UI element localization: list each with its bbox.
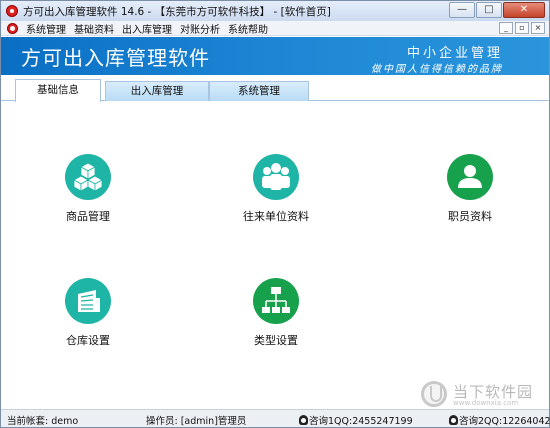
qq-icon [299,415,308,425]
title-bar[interactable]: 方可出入库管理软件 14.6 - 【东莞市方可软件科技】 - [软件首页] — … [1,1,549,21]
menu-item-reconciliation[interactable]: 对账分析 [180,21,220,36]
tile-staff-info[interactable]: 职员资料 [420,154,520,224]
watermark-url: www.downxia.com [453,399,519,407]
banner-slogan: 中小企业管理 [406,46,503,61]
qq-icon [449,415,458,425]
cubes-icon[interactable] [65,154,111,200]
minimize-button[interactable]: — [449,2,475,18]
tab-system-management[interactable]: 系统管理 [209,81,309,101]
home-panel: 商品管理 往来单位资料 职员资料 仓库设置 类型设置 [1,102,549,409]
mdi-close-button[interactable]: × [531,22,545,34]
person-icon[interactable] [447,154,493,200]
banner-title: 方可出入库管理软件 [21,46,210,70]
tab-basic-info[interactable]: 基础信息 [15,79,101,102]
tile-goods-management[interactable]: 商品管理 [38,154,138,224]
status-qq1[interactable]: 咨询1QQ:2455247199 [299,413,413,427]
header-banner: 方可出入库管理软件 中小企业管理 做中国人信得信赖的品牌 [1,37,549,75]
hierarchy-icon[interactable] [253,278,299,324]
app-logo-icon[interactable] [6,5,18,17]
qq2-text: 咨询2QQ:12264042 [459,416,550,427]
tile-label: 仓库设置 [66,334,110,347]
menu-item-basic-data[interactable]: 基础资料 [74,21,114,36]
warehouse-icon[interactable] [65,278,111,324]
status-operator: 操作员: [admin]管理员 [146,416,247,427]
menu-item-help[interactable]: 系统帮助 [228,21,268,36]
status-account: 当前帐套: demo [7,416,79,427]
tile-type-settings[interactable]: 类型设置 [226,278,326,348]
banner-subslogan: 做中国人信得信赖的品牌 [371,64,503,75]
status-qq2[interactable]: 咨询2QQ:12264042 [449,413,550,427]
qq1-text: 咨询1QQ:2455247199 [309,416,413,427]
close-button[interactable]: ✕ [503,2,545,18]
mdi-controls: _ ▫ × [497,22,545,34]
tile-label: 类型设置 [254,334,298,347]
tile-label: 职员资料 [448,210,492,223]
maximize-button[interactable]: □ [476,2,502,18]
menu-item-stock-management[interactable]: 出入库管理 [122,21,172,36]
app-menu-icon[interactable] [7,22,18,34]
mdi-restore-button[interactable]: ▫ [515,22,529,34]
mdi-minimize-button[interactable]: _ [499,22,513,34]
window-title: 方可出入库管理软件 14.6 - 【东莞市方可软件科技】 - [软件首页] [23,5,331,18]
watermark-logo-icon [421,381,447,407]
tile-label: 商品管理 [66,210,110,223]
window-controls: — □ ✕ [448,2,545,18]
people-group-icon[interactable] [253,154,299,200]
tab-stock-management[interactable]: 出入库管理 [105,81,209,101]
app-window: 方可出入库管理软件 14.6 - 【东莞市方可软件科技】 - [软件首页] — … [0,0,550,428]
tile-label: 往来单位资料 [243,210,309,223]
tab-strip: 基础信息 出入库管理 系统管理 [1,75,549,102]
tile-partner-info[interactable]: 往来单位资料 [226,154,326,224]
menu-item-system-management[interactable]: 系统管理 [26,21,66,36]
watermark: 当下软件园 www.downxia.com [421,381,541,409]
menu-bar: 系统管理 基础资料 出入库管理 对账分析 系统帮助 _ ▫ × [1,21,549,36]
tile-warehouse-settings[interactable]: 仓库设置 [38,278,138,348]
status-bar: 当前帐套: demo 操作员: [admin]管理员 咨询1QQ:2455247… [1,409,550,427]
